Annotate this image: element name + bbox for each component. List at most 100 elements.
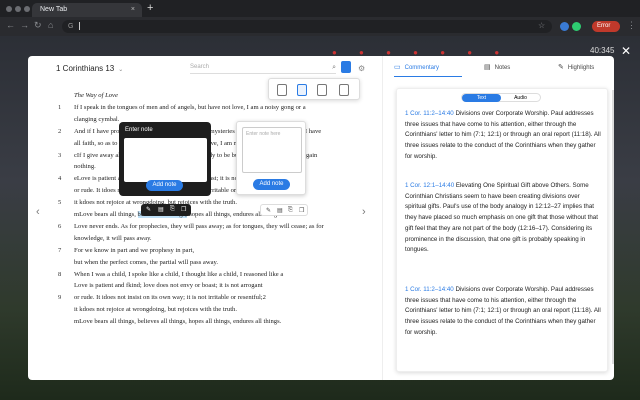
side-panel: ▭ Commentary ▤ Notes ✎ Highlights Text Audio… <box>388 56 614 380</box>
commentary-ref[interactable]: 1 Cor. 11:2–14:40 <box>405 110 454 117</box>
tab-commentary-label: Commentary <box>404 65 439 71</box>
segment-audio[interactable]: Audio <box>501 94 540 102</box>
home-icon[interactable]: ⌂ <box>48 20 53 30</box>
tab-commentary[interactable]: ▭ Commentary <box>394 63 439 71</box>
layout-popover <box>268 78 360 100</box>
verse-text: it kdoes not rejoice at wrongdoing, but … <box>74 306 237 314</box>
commentary-entry: 1 Cor. 12:1–14:40 Elevating One Spiritua… <box>405 181 601 256</box>
note-popup-light: Enter note here Add note <box>236 121 306 195</box>
book-title: 1 Corinthians 13 <box>56 64 115 73</box>
window-close-dot[interactable] <box>6 6 12 12</box>
back-icon[interactable]: ← <box>6 20 15 30</box>
verse-number: 4 <box>58 175 62 183</box>
add-note-button[interactable]: Add note <box>253 179 290 190</box>
segment-text[interactable]: Text <box>462 94 501 102</box>
verse-line[interactable]: it kdoes not rejoice at wrongdoing, but … <box>58 306 368 317</box>
bookmark-star-icon[interactable]: ☆ <box>538 21 545 30</box>
verse-line[interactable]: knowledge, it will pass away. <box>58 235 368 246</box>
close-icon[interactable]: ✕ <box>619 44 633 58</box>
verse-line[interactable]: Love is patient and fkind; love does not… <box>58 282 368 293</box>
scrollbar[interactable] <box>612 90 614 364</box>
pen-icon: ✎ <box>558 64 564 71</box>
layout-toggle-icon[interactable] <box>341 61 351 73</box>
verse-line[interactable]: 1 If I speak in the tongues of men and of… <box>58 104 368 115</box>
browser-chrome: New Tab × + ← → ↻ ⌂ G ☆ Error ⋮ <box>0 0 640 36</box>
note-textarea[interactable] <box>124 138 207 182</box>
note-textarea[interactable]: Enter note here <box>242 127 302 173</box>
copy-icon[interactable]: ❐ <box>299 207 304 214</box>
tab-notes-label: Notes <box>494 65 511 71</box>
selection-toolbar-light: ✎ ▤ ⎘ ❐ <box>260 204 308 216</box>
bible-reader-modal: 1 Corinthians 13 ⌄ Search ⌕ ⚙ The Way of … <box>28 56 614 380</box>
profile-error-badge[interactable]: Error <box>592 21 620 32</box>
verse-line[interactable]: 8 When I was a child, I spoke like a chil… <box>58 271 368 282</box>
copy-icon[interactable]: ❐ <box>181 206 186 213</box>
verse-text: knowledge, it will pass away. <box>74 234 152 242</box>
pen-icon[interactable]: ✎ <box>146 206 151 213</box>
search-icon[interactable]: ⌕ <box>332 64 336 72</box>
verse-text: For we know in part and we prophesy in p… <box>74 246 195 254</box>
verse-line[interactable]: clanging cymbal. <box>58 116 368 127</box>
verse-line[interactable]: 2And if I have prophetic powers, and und… <box>58 128 368 139</box>
background-clock: 40:345 <box>590 46 615 55</box>
commentary-ref[interactable]: 1 Cor. 11:2–14:40 <box>405 286 454 293</box>
note-icon[interactable]: ▤ <box>158 206 164 213</box>
forward-icon[interactable]: → <box>20 20 29 30</box>
address-bar[interactable]: G <box>62 20 552 33</box>
gear-icon[interactable]: ⚙ <box>358 64 365 73</box>
verse-line[interactable]: all faith, so as to remove mountains, bu… <box>58 140 368 151</box>
extension-icon-1[interactable] <box>560 22 569 31</box>
previous-chapter-icon[interactable]: ‹ <box>36 206 40 218</box>
verse-line[interactable]: 9 or rude. It idoes not insist on its own… <box>58 294 368 305</box>
verse-line[interactable]: 4eLove is patient and kind; love does no… <box>58 175 368 186</box>
verse-line[interactable]: mLove bears all things, believes all thi… <box>58 211 368 222</box>
pane-divider <box>382 56 383 380</box>
pen-icon[interactable]: ✎ <box>266 207 271 214</box>
verse-number: 3 <box>58 151 62 159</box>
verse-number: 9 <box>58 294 62 302</box>
browser-tab[interactable]: New Tab × <box>32 3 142 17</box>
tab-close-icon[interactable]: × <box>131 6 135 13</box>
layout-sidebar-icon[interactable] <box>339 84 349 96</box>
verse-line[interactable]: 5 it kdoes not rejoice at wrongdoing, but… <box>58 199 368 210</box>
verse-line[interactable]: 7 For we know in part and we prophesy in … <box>58 247 368 258</box>
window-zoom-dot[interactable] <box>24 6 30 12</box>
verse-text: or rude. It idoes not insist on its own … <box>74 294 266 302</box>
search-input[interactable]: Search ⌕ <box>190 64 336 74</box>
extension-icon-2[interactable] <box>572 22 581 31</box>
verse-line[interactable]: 6 Love never ends. As for prophecies, the… <box>58 223 368 234</box>
reader-pane: 1 Corinthians 13 ⌄ Search ⌕ ⚙ The Way of … <box>28 56 380 380</box>
next-chapter-icon[interactable]: › <box>362 206 366 218</box>
window-minimize-dot[interactable] <box>15 6 21 12</box>
verse-number: 8 <box>58 270 62 278</box>
bookmark-icon[interactable]: ⎘ <box>288 207 293 214</box>
verse-text: nothing. <box>74 163 96 171</box>
verse-text: mLove bears all things, believes all thi… <box>74 318 282 326</box>
commentary-text: Divisions over Corporate Worship. Paul a… <box>405 110 601 160</box>
new-tab-button[interactable]: + <box>147 2 153 14</box>
add-note-button[interactable]: Add note <box>146 180 183 191</box>
menu-icon[interactable]: ⋮ <box>627 20 636 31</box>
layout-split-icon[interactable] <box>297 84 307 96</box>
tab-strip: New Tab × + <box>0 0 640 17</box>
verse-line[interactable]: nothing. <box>58 163 368 174</box>
verse-line[interactable]: 3cIf I give away all I have, and if I de… <box>58 152 368 163</box>
bookmark-icon[interactable]: ⎘ <box>170 206 175 213</box>
layout-wide-icon[interactable] <box>317 84 327 96</box>
commentary-ref[interactable]: 1 Cor. 12:1–14:40 <box>405 182 454 189</box>
verse-text: If I speak in the tongues of men and of … <box>74 103 306 111</box>
tab-highlights[interactable]: ✎ Highlights <box>558 63 594 71</box>
layout-single-icon[interactable] <box>277 84 287 96</box>
book-selector[interactable]: 1 Corinthians 13 ⌄ <box>56 64 123 73</box>
tab-notes[interactable]: ▤ Notes <box>484 63 510 71</box>
verse-text: Love is patient and fkind; love does not… <box>74 282 263 290</box>
verse-line[interactable]: mLove bears all things, believes all thi… <box>58 318 368 329</box>
chevron-down-icon: ⌄ <box>118 67 124 73</box>
verse-text: When I was a child, I spoke like a child… <box>74 270 284 278</box>
verse-line[interactable]: or rude. It idoes not insist on its own … <box>58 187 368 198</box>
verse-text: The Way of Love <box>74 92 118 99</box>
note-popup-title: Enter note <box>125 127 153 133</box>
reload-icon[interactable]: ↻ <box>34 20 42 31</box>
verse-line[interactable]: but when the perfect comes, the partial … <box>58 259 368 270</box>
note-icon[interactable]: ▤ <box>277 207 283 214</box>
